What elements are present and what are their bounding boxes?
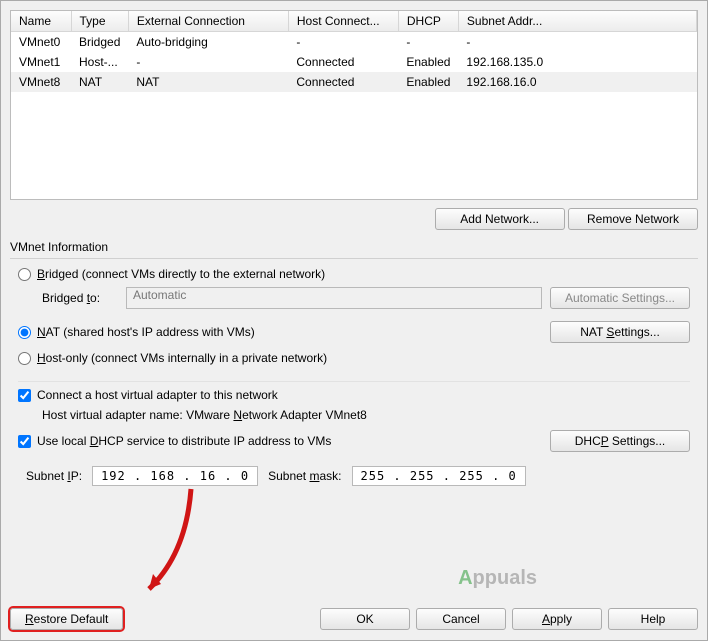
virtual-network-editor: Name Type External Connection Host Conne… [0, 0, 708, 641]
mode-bridged-label: Bridged (connect VMs directly to the ext… [37, 267, 325, 281]
restore-default-button[interactable]: Restore Default [10, 608, 123, 630]
col-dhcp[interactable]: DHCP [398, 11, 458, 32]
cell-name: VMnet8 [11, 72, 71, 92]
subnet-ip-label: Subnet IP: [26, 469, 82, 483]
vmnet-table-pane: Name Type External Connection Host Conne… [10, 10, 698, 200]
col-external-connection[interactable]: External Connection [128, 11, 288, 32]
vmnet-info-body: Bridged (connect VMs directly to the ext… [10, 267, 698, 486]
cancel-button[interactable]: Cancel [416, 608, 506, 630]
bridged-to-row: Bridged to: Automatic Automatic Settings… [42, 287, 690, 309]
cell-type: NAT [71, 72, 128, 92]
bridged-to-label: Bridged to: [42, 291, 118, 305]
cell-ext: NAT [128, 72, 288, 92]
cell-type: Bridged [71, 32, 128, 53]
cell-ext: - [128, 52, 288, 72]
table-row[interactable]: VMnet1 Host-... - Connected Enabled 192.… [11, 52, 697, 72]
mode-nat-label: NAT (shared host's IP address with VMs) [37, 325, 255, 339]
dhcp-row: Use local DHCP service to distribute IP … [18, 428, 690, 454]
connect-adapter-checkbox[interactable] [18, 389, 31, 402]
network-actions-row: Add Network... Remove Network [10, 208, 698, 230]
col-name[interactable]: Name [11, 11, 71, 32]
use-local-dhcp-checkbox[interactable] [18, 435, 31, 448]
cell-subnet: - [458, 32, 696, 53]
subnet-row: Subnet IP: 192 . 168 . 16 . 0 Subnet mas… [26, 466, 690, 486]
apply-button[interactable]: Apply [512, 608, 602, 630]
use-local-dhcp-label: Use local DHCP service to distribute IP … [37, 434, 331, 448]
ok-button[interactable]: OK [320, 608, 410, 630]
table-row[interactable]: VMnet0 Bridged Auto-bridging - - - [11, 32, 697, 53]
cell-subnet: 192.168.16.0 [458, 72, 696, 92]
mode-nat-row: NAT (shared host's IP address with VMs) … [18, 319, 690, 345]
watermark: Appuals [458, 567, 537, 590]
connect-adapter-label: Connect a host virtual adapter to this n… [37, 388, 278, 402]
bridged-to-select: Automatic [126, 287, 542, 309]
cell-dhcp: - [398, 32, 458, 53]
cell-ext: Auto-bridging [128, 32, 288, 53]
automatic-settings-button: Automatic Settings... [550, 287, 690, 309]
mode-bridged-row: Bridged (connect VMs directly to the ext… [18, 267, 690, 281]
divider [10, 258, 698, 259]
cell-type: Host-... [71, 52, 128, 72]
cell-subnet: 192.168.135.0 [458, 52, 696, 72]
mode-hostonly-radio[interactable] [18, 352, 31, 365]
add-network-button[interactable]: Add Network... [435, 208, 565, 230]
cell-name: VMnet0 [11, 32, 71, 53]
cell-dhcp: Enabled [398, 72, 458, 92]
help-button[interactable]: Help [608, 608, 698, 630]
remove-network-button[interactable]: Remove Network [568, 208, 698, 230]
dhcp-settings-button[interactable]: DHCP Settings... [550, 430, 690, 452]
subnet-mask-label: Subnet mask: [268, 469, 341, 483]
connect-adapter-row: Connect a host virtual adapter to this n… [18, 388, 690, 402]
mode-nat-radio[interactable] [18, 326, 31, 339]
subnet-ip-input[interactable]: 192 . 168 . 16 . 0 [92, 466, 258, 486]
table-row[interactable]: VMnet8 NAT NAT Connected Enabled 192.168… [11, 72, 697, 92]
mode-hostonly-label: Host-only (connect VMs internally in a p… [37, 351, 327, 365]
arrow-annotation-icon [131, 484, 201, 604]
vmnet-info-legend: VMnet Information [10, 240, 698, 254]
cell-host: Connected [288, 52, 398, 72]
subnet-mask-input[interactable]: 255 . 255 . 255 . 0 [352, 466, 526, 486]
dialog-footer: Restore Default OK Cancel Apply Help [10, 608, 698, 630]
divider [18, 381, 690, 382]
col-host-connection[interactable]: Host Connect... [288, 11, 398, 32]
cell-name: VMnet1 [11, 52, 71, 72]
nat-settings-button[interactable]: NAT Settings... [550, 321, 690, 343]
cell-host: - [288, 32, 398, 53]
mode-hostonly-row: Host-only (connect VMs internally in a p… [18, 351, 690, 365]
col-type[interactable]: Type [71, 11, 128, 32]
table-header-row: Name Type External Connection Host Conne… [11, 11, 697, 32]
adapter-name-label: Host virtual adapter name: VMware Networ… [42, 408, 690, 422]
cell-host: Connected [288, 72, 398, 92]
cell-dhcp: Enabled [398, 52, 458, 72]
vmnet-table[interactable]: Name Type External Connection Host Conne… [11, 11, 697, 92]
col-subnet[interactable]: Subnet Addr... [458, 11, 696, 32]
mode-bridged-radio[interactable] [18, 268, 31, 281]
